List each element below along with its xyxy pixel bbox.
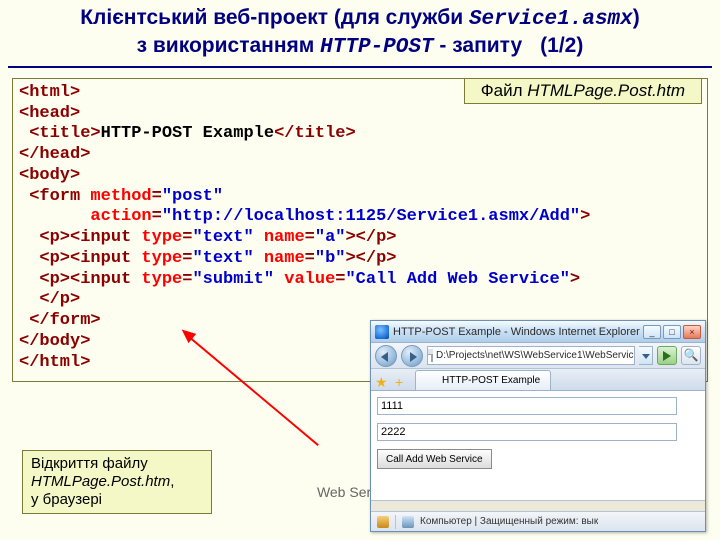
ie-icon [375,325,389,339]
divider [395,515,396,529]
input-a[interactable] [377,397,677,415]
page-icon [431,349,433,362]
minimize-button[interactable]: _ [643,325,661,339]
shield-icon [377,516,389,528]
go-button[interactable] [657,346,677,365]
title-rule [8,66,712,68]
forward-button[interactable] [401,345,423,367]
submit-button[interactable]: Call Add Web Service [377,449,492,469]
input-b[interactable] [377,423,677,441]
browser-titlebar[interactable]: HTTP-POST Example - Windows Internet Exp… [371,321,705,343]
address-text: D:\Projects\net\WS\WebService1\WebServic… [436,350,635,361]
computer-icon [402,516,414,528]
status-bar: Компьютер | Защищенный режим: вык [371,511,705,531]
close-button[interactable]: × [683,325,701,339]
open-file-caption: Відкриття файлу HTMLPage.Post.htm, у бра… [22,450,212,514]
favorites-star-icon[interactable]: ★ [375,374,391,390]
address-bar[interactable]: D:\Projects\net\WS\WebService1\WebServic… [427,346,635,365]
ie-icon [426,375,438,387]
add-favorites-icon[interactable]: + [395,374,411,390]
address-dropdown-icon[interactable] [639,346,653,365]
browser-window: HTTP-POST Example - Windows Internet Exp… [370,320,706,532]
tab-active[interactable]: HTTP-POST Example [415,370,551,390]
slide-title: Клієнтський веб-проект (для служби Servi… [0,0,720,62]
search-icon[interactable]: 🔍 [681,346,701,365]
file-name-label: Файл HTMLPage.Post.htm [464,78,702,104]
back-button[interactable] [375,345,397,367]
tab-label: HTTP-POST Example [442,375,540,386]
browser-toolbar: D:\Projects\net\WS\WebService1\WebServic… [371,343,705,369]
window-title: HTTP-POST Example - Windows Internet Exp… [393,326,643,338]
tab-bar: ★ + HTTP-POST Example [371,369,705,391]
page-content: Call Add Web Service [371,391,705,501]
status-text: Компьютер | Защищенный режим: вык [420,516,598,527]
maximize-button[interactable]: □ [663,325,681,339]
